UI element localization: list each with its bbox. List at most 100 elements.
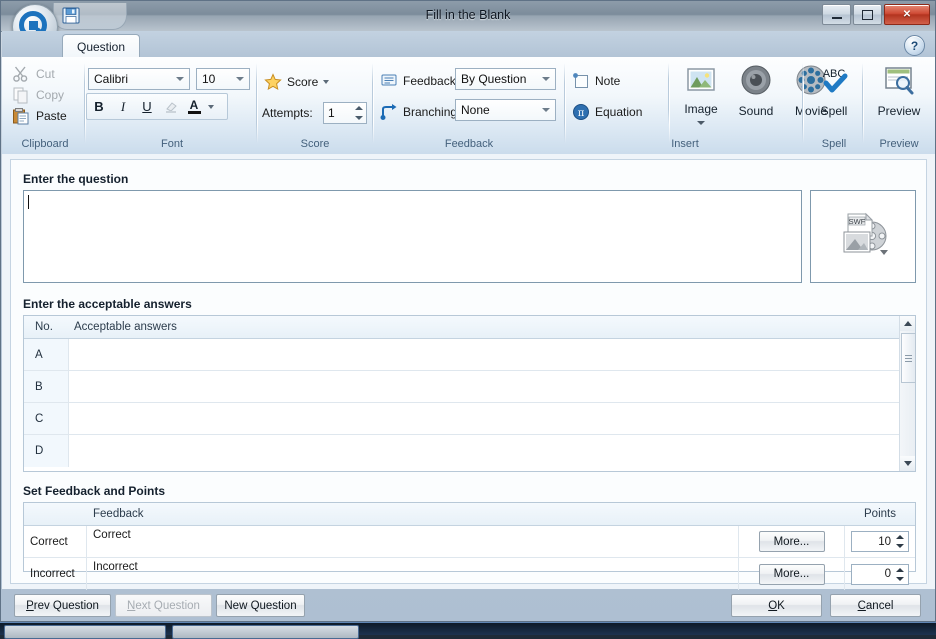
content-panel: Enter the question SWF xyxy=(10,159,927,584)
ok-button[interactable]: OK xyxy=(731,594,822,617)
group-label-clipboard: Clipboard xyxy=(6,138,84,150)
font-color-button[interactable]: A xyxy=(183,95,205,118)
new-question-button[interactable]: New Question xyxy=(216,594,305,617)
chevron-down-icon xyxy=(176,77,184,81)
points-stepper-incorrect[interactable]: 0 xyxy=(851,564,909,585)
branching-combo[interactable]: None xyxy=(455,99,556,121)
feedback-button[interactable]: Feedback xyxy=(380,72,456,90)
ribbon-group-score: Score Attempts: 1 Score xyxy=(260,59,370,152)
taskbar-item[interactable] xyxy=(172,625,359,639)
window-title: Fill in the Blank xyxy=(1,8,935,22)
table-row[interactable]: D xyxy=(24,435,915,467)
spinner-up-icon[interactable] xyxy=(896,568,904,572)
speaker-icon xyxy=(740,64,772,96)
close-button[interactable]: ✕ xyxy=(884,4,930,25)
highlight-button[interactable] xyxy=(159,95,183,118)
feedback-row-correct: Correct Correct More... 10 xyxy=(24,526,915,558)
svg-text:SWF: SWF xyxy=(849,217,866,226)
spell-label: Spell xyxy=(806,104,862,118)
restore-button[interactable] xyxy=(853,4,882,25)
answer-no-d: D xyxy=(24,435,69,467)
feedback-mode-combo[interactable]: By Question xyxy=(455,68,556,90)
points-value-correct: 10 xyxy=(878,536,891,548)
prev-question-rest: rev Question xyxy=(34,600,99,612)
tab-question[interactable]: Question xyxy=(62,34,140,58)
points-stepper-correct[interactable]: 10 xyxy=(851,531,909,552)
save-icon[interactable] xyxy=(62,7,80,24)
ribbon-group-insert: Note π Equation xyxy=(568,59,802,152)
branching-button[interactable]: Branching xyxy=(380,103,457,121)
question-input[interactable] xyxy=(23,190,802,283)
ribbon-group-clipboard: Cut Copy xyxy=(6,59,84,152)
answer-input-d[interactable] xyxy=(69,435,915,467)
table-row[interactable]: C xyxy=(24,403,915,435)
sound-label: Sound xyxy=(728,104,784,118)
window-controls: ✕ xyxy=(822,4,930,25)
question-section-title: Enter the question xyxy=(23,172,128,186)
underline-button[interactable]: U xyxy=(135,95,159,118)
insert-image-button[interactable]: Image xyxy=(673,62,729,128)
image-dropdown[interactable] xyxy=(673,114,729,128)
cancel-button[interactable]: Cancel xyxy=(830,594,921,617)
note-label: Note xyxy=(595,74,620,88)
table-row[interactable]: A xyxy=(24,339,915,371)
taskbar xyxy=(0,622,936,635)
spinner-down-icon[interactable] xyxy=(896,544,904,548)
font-color-dropdown[interactable] xyxy=(205,95,217,118)
chevron-down-icon xyxy=(697,121,705,125)
table-row[interactable]: B xyxy=(24,371,915,403)
insert-sound-button[interactable]: Sound xyxy=(728,62,784,128)
cut-button[interactable]: Cut xyxy=(12,65,55,83)
branching-label: Branching xyxy=(403,105,457,119)
font-family-combo[interactable]: Calibri xyxy=(88,68,190,90)
dialog-window: Fill in the Blank ✕ Question ? xyxy=(0,0,936,622)
paste-button[interactable]: Paste xyxy=(12,107,67,125)
ok-rest: K xyxy=(777,600,785,612)
svg-text:π: π xyxy=(578,108,585,119)
spinner-up-icon[interactable] xyxy=(896,535,904,539)
spinner-down-icon[interactable] xyxy=(355,116,363,120)
group-label-score: Score xyxy=(260,138,370,150)
equation-button[interactable]: π Equation xyxy=(572,103,642,121)
scrollbar-thumb[interactable] xyxy=(901,333,916,383)
attempts-stepper[interactable]: 1 xyxy=(323,102,367,124)
feedback-table: Feedback Points Correct Correct More... … xyxy=(23,502,916,572)
next-question-button[interactable]: Next Question xyxy=(115,594,212,617)
copy-icon xyxy=(12,86,30,104)
more-button-incorrect[interactable]: More... xyxy=(759,564,825,585)
help-icon[interactable]: ? xyxy=(904,35,925,56)
font-family-value: Calibri xyxy=(94,72,128,86)
preview-button[interactable]: Preview xyxy=(871,62,927,128)
more-button-correct[interactable]: More... xyxy=(759,531,825,552)
scroll-down-icon[interactable] xyxy=(900,456,915,471)
chevron-down-icon xyxy=(236,77,244,81)
paste-icon xyxy=(12,107,30,125)
chevron-down-icon xyxy=(208,105,214,109)
bold-button[interactable]: B xyxy=(87,95,111,118)
note-button[interactable]: Note xyxy=(572,72,620,90)
prev-question-button[interactable]: Prev Question xyxy=(14,594,111,617)
answer-no-b: B xyxy=(24,371,69,402)
scroll-up-icon[interactable] xyxy=(900,316,915,331)
feedback-mode-value: By Question xyxy=(461,72,526,86)
feedback-text-incorrect[interactable]: Incorrect xyxy=(87,558,739,590)
media-placeholder[interactable]: SWF xyxy=(810,190,916,283)
spinner-up-icon[interactable] xyxy=(355,106,363,110)
italic-button[interactable]: I xyxy=(111,95,135,118)
font-color-letter: A xyxy=(190,100,199,111)
font-size-combo[interactable]: 10 xyxy=(196,68,250,90)
answer-input-b[interactable] xyxy=(69,371,915,402)
feedback-text-correct[interactable]: Correct xyxy=(87,526,739,557)
score-button[interactable]: Score xyxy=(264,73,329,91)
ribbon-group-spell: ABC Spell Spell xyxy=(806,59,862,152)
spinner-down-icon[interactable] xyxy=(896,577,904,581)
taskbar-item[interactable] xyxy=(4,625,166,639)
spell-button[interactable]: ABC Spell xyxy=(806,62,862,128)
minimize-button[interactable] xyxy=(822,4,851,25)
answers-scrollbar[interactable] xyxy=(899,316,915,471)
answer-input-c[interactable] xyxy=(69,403,915,434)
equation-label: Equation xyxy=(595,105,642,119)
answer-input-a[interactable] xyxy=(69,339,915,370)
feedback-key-incorrect: Incorrect xyxy=(24,558,87,590)
copy-button[interactable]: Copy xyxy=(12,86,64,104)
